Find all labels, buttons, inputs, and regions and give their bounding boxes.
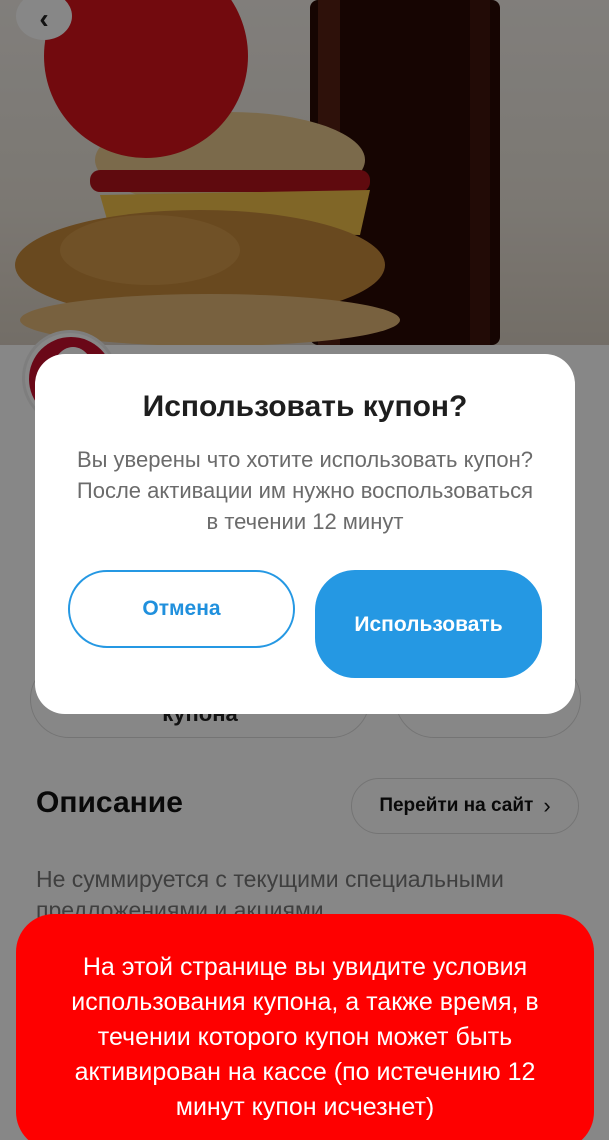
cancel-button-label: Отмена: [142, 597, 221, 620]
use-coupon-button[interactable]: Использовать: [315, 570, 542, 678]
instruction-annotation: На этой странице вы увидите условия испо…: [16, 914, 594, 1140]
instruction-text: На этой странице вы увидите условия испо…: [71, 953, 539, 1121]
dialog-title: Использовать купон?: [142, 390, 468, 423]
cancel-button[interactable]: Отмена: [68, 570, 295, 648]
confirm-dialog: Использовать купон? Вы уверены что хотит…: [35, 354, 575, 714]
use-coupon-button-label: Использовать: [354, 612, 503, 636]
dialog-message: Вы уверены что хотите использовать купон…: [76, 447, 534, 534]
